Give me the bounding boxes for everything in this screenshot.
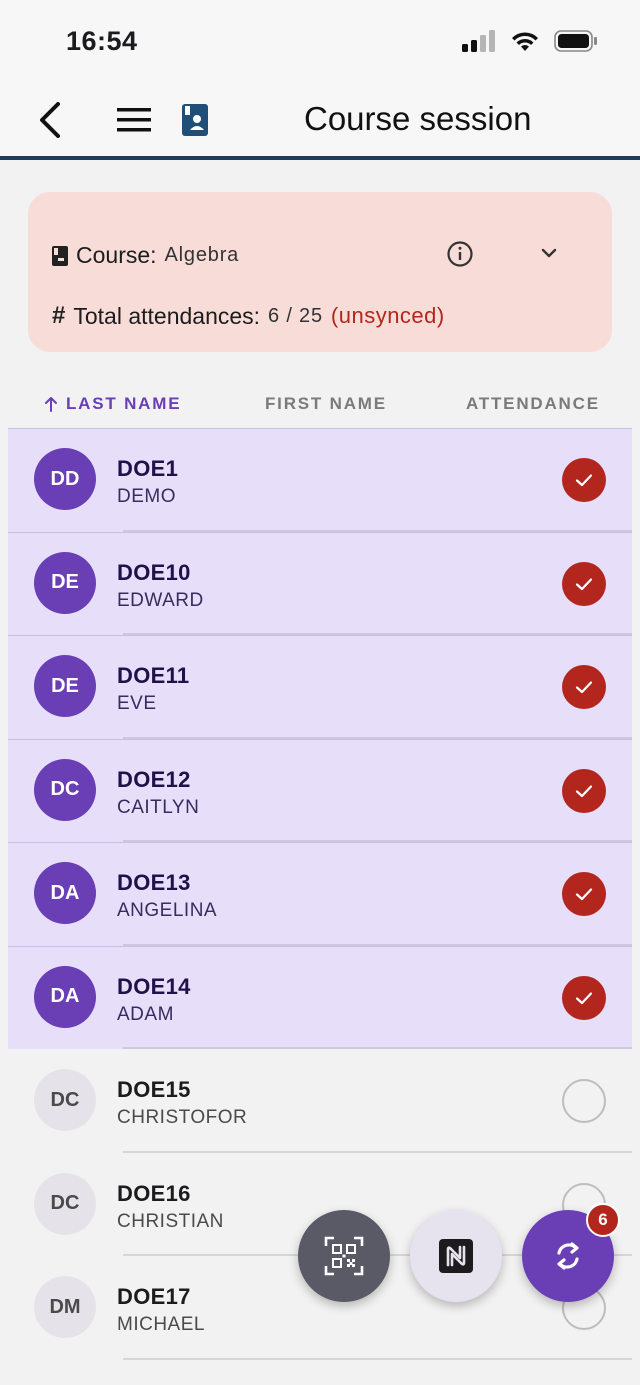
wifi-icon bbox=[512, 32, 538, 51]
sort-attendance[interactable]: ATTENDANCE bbox=[466, 394, 600, 414]
battery-icon bbox=[554, 30, 597, 52]
check-icon bbox=[575, 784, 593, 797]
avatar: DE bbox=[34, 655, 96, 717]
status-bar: 16:54 bbox=[0, 0, 640, 84]
student-row[interactable]: DC DOE15 CHRISTOFOR bbox=[8, 1049, 632, 1153]
nfc-icon bbox=[439, 1239, 473, 1273]
book-user-icon bbox=[182, 104, 208, 136]
check-icon bbox=[575, 681, 593, 694]
header-last-name: LAST NAME bbox=[66, 394, 182, 413]
sync-count-badge: 6 bbox=[586, 1203, 620, 1237]
course-book-button[interactable] bbox=[178, 100, 212, 140]
unsynced-status: (unsynced) bbox=[330, 303, 445, 328]
attendances-value: 6 / 25 bbox=[268, 304, 323, 327]
student-row[interactable]: DC DOE12 CAITLYN bbox=[8, 738, 632, 842]
student-first-name: EDWARD bbox=[117, 589, 204, 611]
course-summary-card: Course: Algebra # Total attendances: 6 /… bbox=[28, 192, 612, 352]
attendance-toggle[interactable] bbox=[562, 975, 606, 1020]
check-icon bbox=[575, 474, 593, 487]
info-icon bbox=[447, 241, 473, 267]
sort-first-name[interactable]: FIRST NAME bbox=[265, 394, 387, 414]
back-button[interactable] bbox=[30, 98, 70, 142]
attendances-label: Total attendances: bbox=[73, 302, 261, 329]
student-first-name: ANGELINA bbox=[117, 900, 218, 921]
student-last-name: DOE12 bbox=[117, 766, 191, 792]
student-last-name: DOE14 bbox=[117, 973, 191, 999]
course-label: Course: bbox=[76, 242, 157, 268]
menu-button[interactable] bbox=[112, 100, 156, 140]
expand-card-button[interactable] bbox=[538, 242, 562, 266]
student-last-name: DOE13 bbox=[117, 870, 191, 895]
student-last-name: DOE17 bbox=[117, 1284, 191, 1309]
student-first-name: MICHAEL bbox=[117, 1314, 205, 1335]
row-divider bbox=[123, 1357, 632, 1360]
student-last-name: DOE1 bbox=[117, 456, 179, 481]
sort-last-name[interactable]: LAST NAME bbox=[44, 394, 181, 414]
student-row[interactable]: DA DOE13 ANGELINA bbox=[8, 842, 632, 946]
student-row[interactable]: DA DOE14 ADAM bbox=[8, 945, 632, 1049]
attendance-toggle[interactable] bbox=[562, 1079, 606, 1123]
course-info-button[interactable] bbox=[446, 240, 476, 270]
chevron-down-icon bbox=[541, 248, 557, 258]
scan-qr-button[interactable] bbox=[298, 1210, 390, 1302]
student-last-name: DOE11 bbox=[117, 663, 190, 688]
check-icon bbox=[575, 888, 593, 901]
sync-icon bbox=[557, 1242, 579, 1270]
check-icon bbox=[575, 991, 593, 1004]
attendance-toggle[interactable] bbox=[562, 768, 606, 813]
avatar: DE bbox=[34, 551, 96, 614]
attendance-toggle[interactable] bbox=[562, 872, 606, 916]
table-header: LAST NAME FIRST NAME ATTENDANCE bbox=[0, 386, 640, 422]
student-last-name: DOE15 bbox=[117, 1077, 191, 1102]
attendances-row: # Total attendances: 6 / 25 (unsynced) bbox=[52, 302, 445, 330]
qr-code-icon bbox=[324, 1236, 364, 1276]
course-value: Algebra bbox=[164, 244, 240, 266]
student-first-name: CAITLYN bbox=[117, 796, 200, 818]
course-row: Course: Algebra bbox=[52, 242, 239, 269]
avatar: DC bbox=[34, 1069, 96, 1131]
avatar: DC bbox=[34, 758, 96, 821]
student-first-name: DEMO bbox=[117, 486, 176, 507]
student-row[interactable]: DE DOE10 EDWARD bbox=[8, 531, 632, 635]
check-icon bbox=[575, 577, 593, 590]
avatar: DA bbox=[34, 862, 96, 924]
app-bar: Course session bbox=[0, 84, 640, 160]
hamburger-icon bbox=[117, 108, 151, 132]
nfc-scan-button[interactable] bbox=[410, 1210, 502, 1302]
status-icons bbox=[462, 30, 598, 52]
attendance-toggle[interactable] bbox=[562, 665, 606, 709]
student-last-name: DOE10 bbox=[117, 559, 191, 585]
attendance-toggle[interactable] bbox=[562, 458, 606, 502]
student-first-name: ADAM bbox=[117, 1003, 174, 1025]
student-first-name: CHRISTOFOR bbox=[117, 1107, 248, 1128]
student-last-name: DOE16 bbox=[117, 1180, 191, 1206]
avatar: DD bbox=[34, 448, 96, 510]
avatar: DM bbox=[34, 1276, 96, 1338]
book-icon bbox=[52, 245, 68, 266]
student-row[interactable]: DE DOE11 EVE bbox=[8, 635, 632, 739]
hash-icon: # bbox=[52, 302, 66, 329]
student-first-name: CHRISTIAN bbox=[117, 1210, 224, 1232]
student-row[interactable]: DD DOE1 DEMO bbox=[8, 428, 632, 532]
avatar: DC bbox=[34, 1172, 96, 1235]
avatar: DA bbox=[34, 965, 96, 1028]
arrow-up-icon bbox=[45, 397, 57, 412]
attendance-toggle[interactable] bbox=[562, 561, 606, 606]
chevron-left-icon bbox=[40, 102, 60, 138]
page-title: Course session bbox=[304, 100, 532, 137]
status-time: 16:54 bbox=[66, 26, 138, 56]
signal-icon bbox=[462, 30, 495, 52]
student-first-name: EVE bbox=[117, 693, 157, 714]
